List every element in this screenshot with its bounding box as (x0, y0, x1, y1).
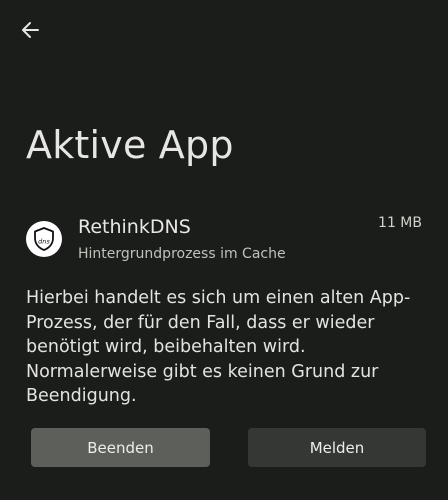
app-icon-text: dns (38, 238, 50, 246)
app-info-row: dns RethinkDNS Hintergrundprozess im Cac… (26, 212, 422, 268)
rethinkdns-shield-icon: dns (26, 221, 62, 257)
stop-button[interactable]: Beenden (31, 428, 210, 467)
arrow-left-icon (22, 22, 39, 38)
description-text: Hierbei handelt es sich um einen alten A… (26, 288, 411, 406)
app-size: 11 MB (378, 215, 422, 231)
app-name: RethinkDNS (78, 216, 191, 238)
page-title: Aktive App (26, 123, 234, 167)
back-button[interactable] (12, 12, 48, 48)
app-status: Hintergrundprozess im Cache (78, 246, 286, 262)
report-button[interactable]: Melden (248, 428, 426, 467)
